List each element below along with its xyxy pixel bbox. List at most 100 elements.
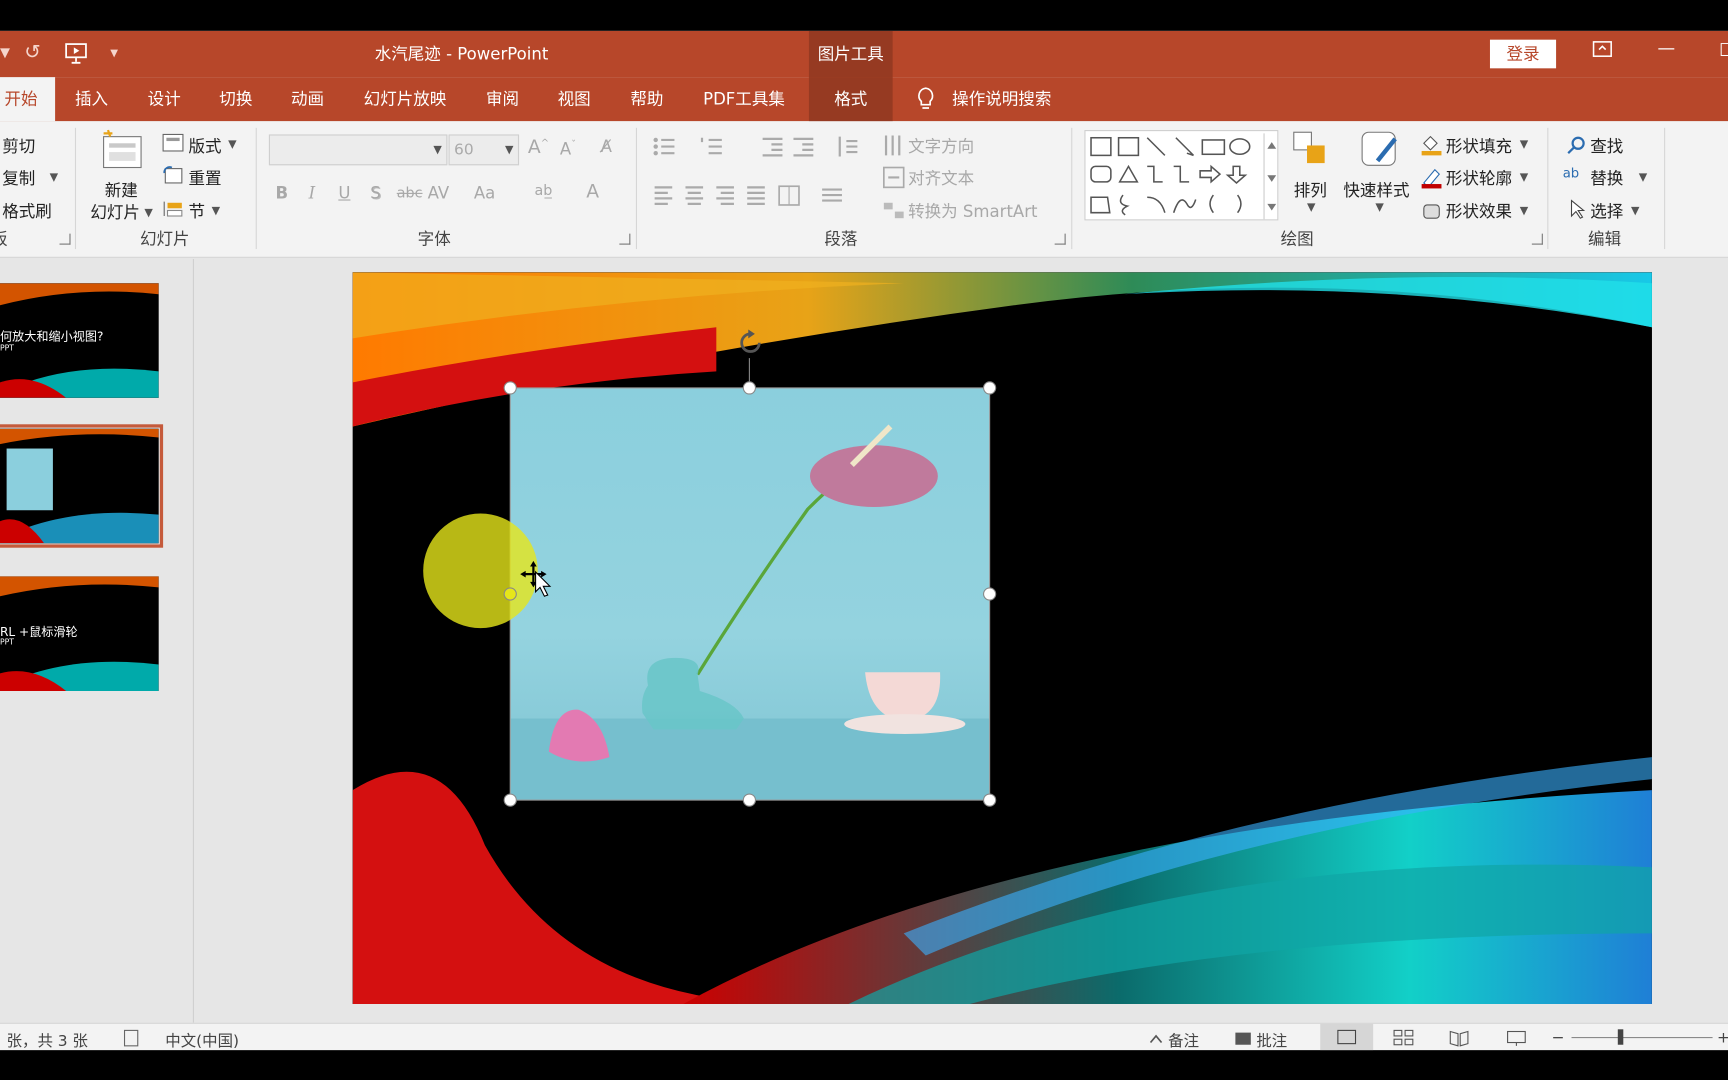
section-dropdown-icon[interactable]: ▼ <box>212 205 220 217</box>
columns-icon[interactable] <box>777 183 801 212</box>
shapes-gallery[interactable] <box>1084 130 1279 221</box>
tab-format[interactable]: 格式 <box>808 77 893 122</box>
new-slide-dropdown-icon[interactable]: ▼ <box>144 207 152 219</box>
grow-font-icon[interactable]: A^ <box>528 137 549 159</box>
format-painter-button[interactable]: 格式刷 <box>2 199 52 222</box>
arrange-button[interactable]: 排列 <box>1294 179 1327 202</box>
quick-access-caret-icon[interactable]: ▾ <box>0 41 10 64</box>
increase-indent-icon[interactable] <box>791 134 815 163</box>
section-button[interactable]: 节 <box>188 199 205 222</box>
font-color-icon[interactable]: A <box>586 181 599 203</box>
select-dropdown-icon[interactable]: ▼ <box>1631 205 1639 217</box>
shape-fill-dropdown-icon[interactable]: ▼ <box>1520 139 1528 151</box>
zoom-out-icon[interactable]: − <box>1552 1029 1565 1047</box>
tab-view[interactable]: 视图 <box>558 87 591 110</box>
clipboard-launcher-icon[interactable] <box>59 233 71 245</box>
layout-dropdown-icon[interactable]: ▼ <box>228 139 236 151</box>
tell-me-search[interactable]: 操作说明搜索 <box>952 87 1051 110</box>
paragraph-launcher-icon[interactable] <box>1054 233 1066 245</box>
highlight-icon[interactable]: ab̲ <box>534 183 552 200</box>
slide-sorter-icon[interactable] <box>1393 1029 1415 1050</box>
slide-canvas[interactable] <box>352 272 1652 1004</box>
reset-button[interactable]: 重置 <box>188 166 221 189</box>
arrange-dropdown-icon[interactable]: ▼ <box>1307 202 1315 214</box>
zoom-slider-thumb[interactable] <box>1617 1029 1624 1045</box>
columns-menu-icon[interactable] <box>820 183 844 212</box>
tab-animations[interactable]: 动画 <box>291 87 324 110</box>
italic-button[interactable]: I <box>309 183 316 203</box>
arrange-icon[interactable] <box>1292 128 1332 176</box>
clear-formatting-icon[interactable]: A̸ <box>601 137 612 157</box>
underline-button[interactable]: U <box>338 183 350 203</box>
shape-outline-button[interactable]: 形状轮廓 <box>1446 166 1512 189</box>
layout-button[interactable]: 版式 <box>188 134 221 157</box>
tab-design[interactable]: 设计 <box>148 87 181 110</box>
decrease-indent-icon[interactable] <box>760 134 784 163</box>
accessibility-icon[interactable] <box>121 1028 143 1050</box>
shadow-button[interactable]: S <box>370 183 381 203</box>
replace-button[interactable]: 替换 <box>1590 166 1623 189</box>
login-button[interactable]: 登录 <box>1489 39 1557 69</box>
maximize-icon[interactable]: ☐ <box>1719 40 1728 61</box>
shape-effects-button[interactable]: 形状效果 <box>1446 199 1512 222</box>
customize-toolbar-icon[interactable]: ▾ <box>110 44 118 62</box>
new-slide-label-1[interactable]: 新建 <box>105 179 138 202</box>
reading-view-icon[interactable] <box>1448 1029 1470 1050</box>
slide-thumbnail-2[interactable] <box>0 424 164 548</box>
cut-button[interactable]: 剪切 <box>2 134 35 157</box>
convert-smartart-button[interactable]: 转换为 SmartArt <box>908 199 1037 222</box>
align-text-button[interactable]: 对齐文本 <box>908 166 974 189</box>
resize-handle-top-left[interactable] <box>503 381 517 395</box>
quick-styles-icon[interactable] <box>1358 128 1402 176</box>
replace-dropdown-icon[interactable]: ▼ <box>1639 172 1647 184</box>
font-launcher-icon[interactable] <box>619 233 631 245</box>
strikethrough-button[interactable]: abc <box>397 185 423 202</box>
resize-handle-right[interactable] <box>983 587 997 601</box>
font-size-input[interactable]: 60 ▼ <box>448 134 520 166</box>
copy-button[interactable]: 复制 <box>2 166 35 189</box>
tab-insert[interactable]: 插入 <box>75 87 108 110</box>
shape-fill-button[interactable]: 形状填充 <box>1446 134 1512 157</box>
tab-help[interactable]: 帮助 <box>630 87 663 110</box>
tab-review[interactable]: 审阅 <box>486 87 519 110</box>
minimize-icon[interactable]: — <box>1657 37 1675 58</box>
comments-button[interactable]: 批注 <box>1256 1029 1287 1051</box>
bold-button[interactable]: B <box>276 183 289 203</box>
notes-button[interactable]: 备注 <box>1168 1029 1199 1051</box>
quick-styles-dropdown-icon[interactable]: ▼ <box>1375 202 1383 214</box>
bullets-icon[interactable] <box>652 134 676 163</box>
new-slide-label-2[interactable]: 幻灯片 <box>90 201 140 224</box>
shape-effects-dropdown-icon[interactable]: ▼ <box>1520 205 1528 217</box>
numbering-icon[interactable] <box>700 134 724 163</box>
slide-thumbnail-1[interactable]: 何放大和缩小视图? PPT <box>0 283 159 398</box>
font-name-input[interactable]: ▼ <box>268 134 448 166</box>
rotate-handle-icon[interactable] <box>735 327 766 362</box>
tab-slideshow[interactable]: 幻灯片放映 <box>364 87 447 110</box>
quick-styles-button[interactable]: 快速样式 <box>1343 179 1409 202</box>
resize-handle-bottom-right[interactable] <box>983 793 997 807</box>
slideshow-view-icon[interactable] <box>1505 1029 1527 1050</box>
redo-icon[interactable]: ↺ <box>24 41 41 64</box>
normal-view-button[interactable] <box>1320 1023 1374 1051</box>
select-button[interactable]: 选择 <box>1590 199 1623 222</box>
line-spacing-icon[interactable] <box>835 134 859 163</box>
tab-pdf-tools[interactable]: PDF工具集 <box>703 87 785 110</box>
drawing-launcher-icon[interactable] <box>1531 233 1543 245</box>
resize-handle-left[interactable] <box>503 587 517 601</box>
new-slide-icon[interactable] <box>99 128 145 176</box>
ribbon-display-icon[interactable] <box>1591 40 1613 64</box>
zoom-slider[interactable] <box>1571 1037 1713 1039</box>
find-button[interactable]: 查找 <box>1590 134 1623 157</box>
resize-handle-top[interactable] <box>742 381 756 395</box>
text-direction-button[interactable]: 文字方向 <box>908 134 974 157</box>
zoom-in-icon[interactable]: + <box>1717 1029 1728 1047</box>
slide-thumbnail-3[interactable]: RL +鼠标滑轮 PPT <box>0 576 159 691</box>
language-indicator[interactable]: 中文(中国) <box>165 1029 239 1051</box>
resize-handle-bottom-left[interactable] <box>503 793 517 807</box>
resize-handle-top-right[interactable] <box>983 381 997 395</box>
tab-home[interactable]: 开始 <box>0 77 56 122</box>
change-case-button[interactable]: Aa <box>474 183 495 203</box>
character-spacing-button[interactable]: AV <box>428 183 450 203</box>
align-left-icon[interactable] <box>652 183 784 212</box>
start-slideshow-icon[interactable] <box>64 41 88 71</box>
